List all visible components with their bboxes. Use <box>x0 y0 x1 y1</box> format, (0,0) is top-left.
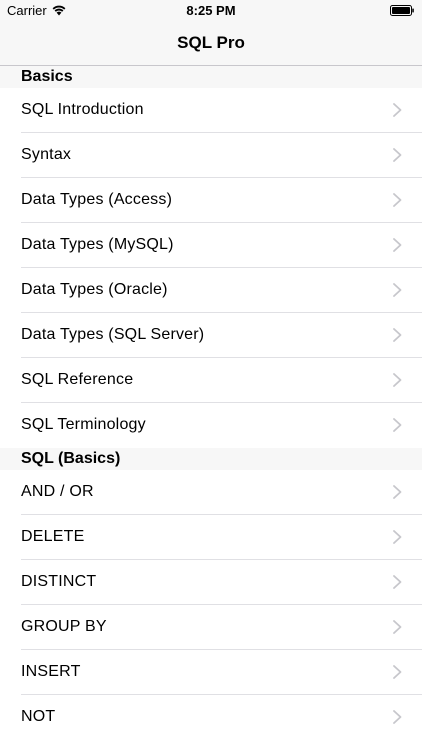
section-header: SQL (Basics) <box>0 448 422 470</box>
chevron-right-icon <box>393 283 402 297</box>
list-item-label: Data Types (MySQL) <box>21 236 174 253</box>
chevron-right-icon <box>393 575 402 589</box>
chevron-right-icon <box>393 103 402 117</box>
status-time: 8:25 PM <box>186 3 236 18</box>
chevron-right-icon <box>393 148 402 162</box>
battery-icon <box>390 5 414 16</box>
list-item[interactable]: INSERT <box>0 650 422 695</box>
page-title: SQL Pro <box>177 33 245 52</box>
list-item-label: SQL Terminology <box>21 416 146 433</box>
list-item[interactable]: NOT <box>0 695 422 740</box>
chevron-right-icon <box>393 530 402 544</box>
list-item[interactable]: Data Types (Access) <box>0 178 422 223</box>
list-item-label: GROUP BY <box>21 618 107 635</box>
list-item[interactable]: DELETE <box>0 515 422 560</box>
topic-list: Basics SQL Introduction Syntax Data Types (… <box>0 66 422 740</box>
list-item-label: SQL Introduction <box>21 101 144 118</box>
section-header: Basics <box>0 66 422 88</box>
list-item[interactable]: SQL Introduction <box>0 88 422 133</box>
list-item-label: NOT <box>21 708 56 725</box>
chevron-right-icon <box>393 193 402 207</box>
list-item-label: Syntax <box>21 146 72 163</box>
list-item-label: DELETE <box>21 528 85 545</box>
chevron-right-icon <box>393 665 402 679</box>
chevron-right-icon <box>393 620 402 634</box>
list-item-label: SQL Reference <box>21 371 134 388</box>
list-item[interactable]: AND / OR <box>0 470 422 515</box>
list-item[interactable]: Data Types (Oracle) <box>0 268 422 313</box>
list-item[interactable]: DISTINCT <box>0 560 422 605</box>
list-item-label: Data Types (Access) <box>21 191 173 208</box>
chevron-right-icon <box>393 710 402 724</box>
chevron-right-icon <box>393 238 402 252</box>
list-item[interactable]: SQL Reference <box>0 358 422 403</box>
chevron-right-icon <box>393 328 402 342</box>
list-item-label: INSERT <box>21 663 81 680</box>
list-item[interactable]: Data Types (MySQL) <box>0 223 422 268</box>
list-item[interactable]: Data Types (SQL Server) <box>0 313 422 358</box>
chevron-right-icon <box>393 418 402 432</box>
list-item-label: DISTINCT <box>21 573 97 590</box>
status-bar: Carrier 8:25 PM <box>0 0 422 22</box>
list-item[interactable]: Syntax <box>0 133 422 178</box>
list-item-label: Data Types (SQL Server) <box>21 326 205 343</box>
list-item-label: AND / OR <box>21 483 94 500</box>
list-item[interactable]: SQL Terminology <box>0 403 422 448</box>
list-item-label: Data Types (Oracle) <box>21 281 168 298</box>
navigation-bar: SQL Pro <box>0 22 422 66</box>
chevron-right-icon <box>393 373 402 387</box>
list-item[interactable]: GROUP BY <box>0 605 422 650</box>
chevron-right-icon <box>393 485 402 499</box>
